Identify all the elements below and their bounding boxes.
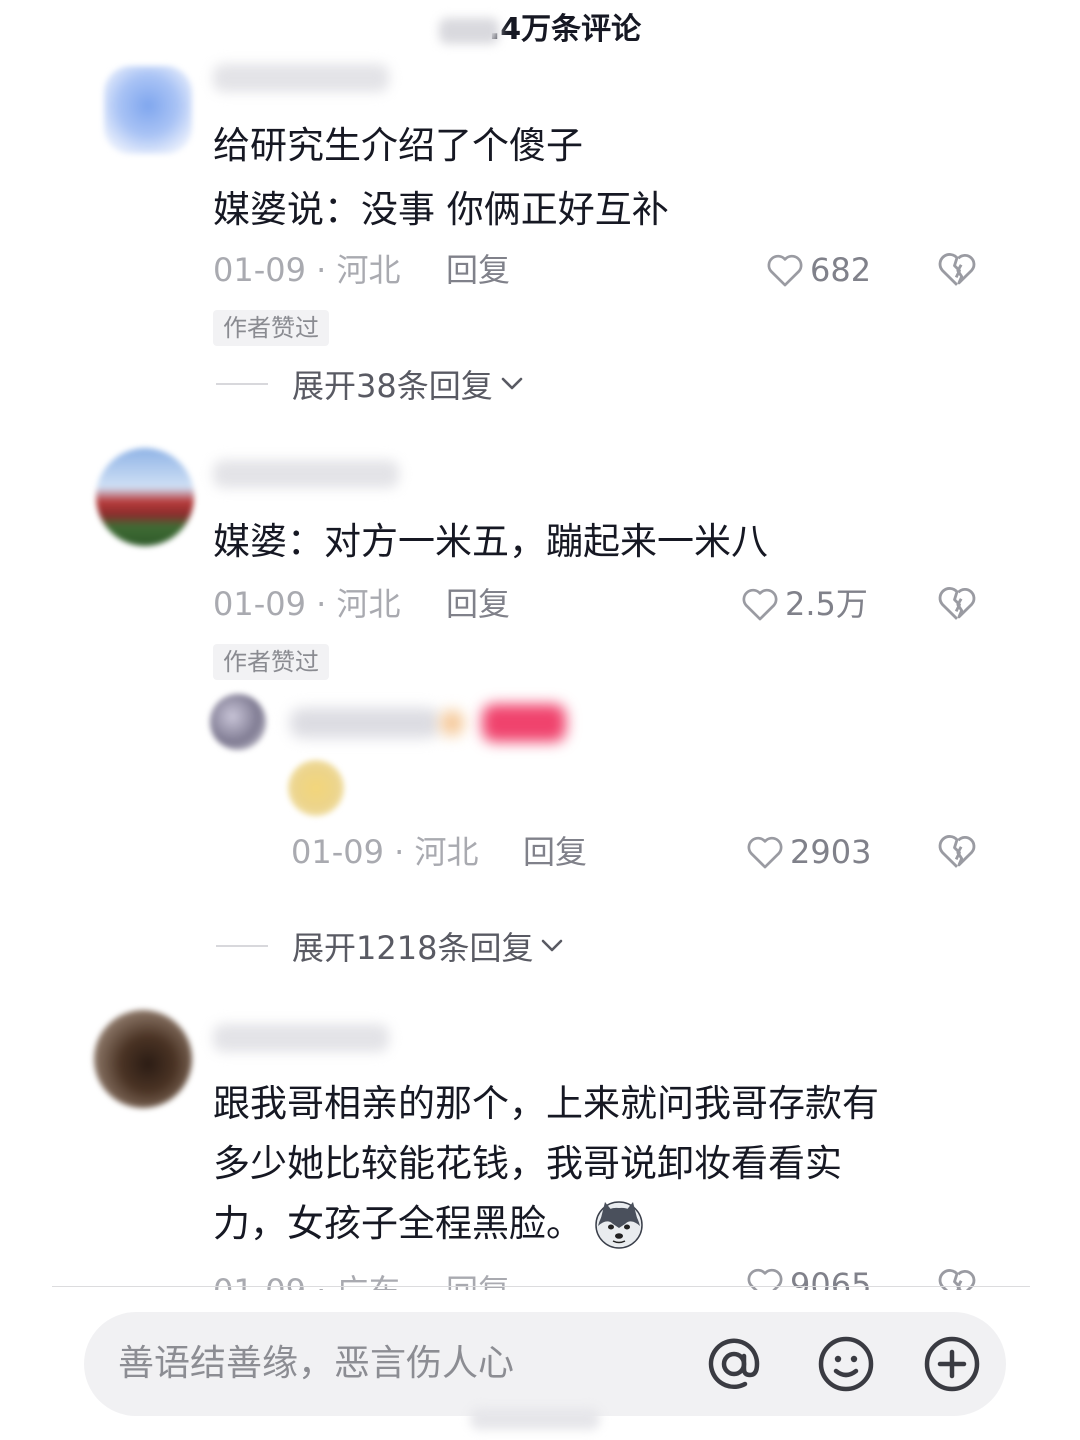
comment-line: 力，女孩子全程黑脸。: [213, 1202, 583, 1245]
broken-heart-icon: [938, 587, 976, 620]
comments-count-text: .4万条评论: [488, 12, 642, 47]
avatar[interactable]: [104, 66, 192, 154]
expand-label: 展开1218条回复: [292, 929, 534, 967]
author-liked-badge: 作者赞过: [213, 644, 329, 680]
comment-line: 多少她比较能花钱，我哥说卸妆看看实: [213, 1142, 842, 1185]
comment-line: 媒婆：对方一米五，蹦起来一米八: [213, 520, 768, 563]
comment-text: 媒婆：对方一米五，蹦起来一米八: [213, 512, 768, 572]
username-blurred[interactable]: [213, 460, 399, 488]
reply-button[interactable]: 回复: [446, 248, 510, 292]
comment-input-bar[interactable]: 善语结善缘，恶言伤人心: [84, 1312, 1006, 1416]
expand-replies-button[interactable]: 展开1218条回复: [216, 924, 563, 968]
like-button[interactable]: 2.5万: [741, 582, 868, 626]
broken-heart-icon: [938, 253, 976, 286]
dislike-button[interactable]: [937, 250, 977, 290]
chevron-down-icon: [501, 377, 523, 390]
broken-heart-icon: [938, 835, 976, 868]
avatar[interactable]: [94, 1010, 192, 1108]
comment-line: 给研究生介绍了个傻子: [213, 124, 583, 167]
heart-icon: [747, 836, 783, 869]
comment-date-location: 01-09 · 河北: [213, 251, 401, 289]
sub-reply-reply-button[interactable]: 回复: [523, 830, 587, 874]
comment-input-placeholder[interactable]: 善语结善缘，恶言伤人心: [118, 1342, 514, 1386]
reply-button[interactable]: 回复: [446, 582, 510, 626]
expand-line: [216, 945, 268, 947]
username-blurred[interactable]: [213, 64, 389, 92]
chevron-down-icon: [542, 939, 563, 952]
sub-reply-emoji-blurred: [288, 760, 344, 816]
husky-emoji-icon: [595, 1201, 643, 1249]
like-button[interactable]: 682: [766, 248, 871, 292]
sub-reply-tag-blurred: [440, 710, 464, 736]
comment-line: 跟我哥相亲的那个，上来就问我哥存款有: [213, 1082, 879, 1125]
like-count: 2903: [790, 833, 872, 871]
author-liked-badge: 作者赞过: [213, 310, 329, 346]
comment-line-with-emoji: 力，女孩子全程黑脸。: [213, 1194, 879, 1254]
avatar[interactable]: [96, 448, 194, 546]
bottom-blur: [470, 1408, 600, 1430]
comment-line: 媒婆说：没事 你俩正好互补: [213, 188, 669, 231]
heart-icon: [767, 254, 803, 287]
sub-reply-like-button[interactable]: 2903: [746, 830, 871, 874]
heart-icon: [742, 588, 778, 621]
like-count: 682: [810, 251, 872, 289]
expand-line: [216, 383, 268, 385]
at-icon[interactable]: [704, 1334, 764, 1394]
date-location-text: 01-09 · 广东: [213, 1272, 401, 1290]
reply-label: 回复: [446, 1272, 510, 1290]
comment-text: 给研究生介绍了个傻子 媒婆说：没事 你俩正好互补: [213, 116, 669, 240]
sub-reply-avatar[interactable]: [210, 694, 266, 750]
like-count: 2.5万: [785, 585, 868, 623]
plus-icon[interactable]: [922, 1334, 982, 1394]
comments-count-title: .4万条评论: [0, 8, 1080, 52]
input-divider: [52, 1286, 1030, 1287]
sub-reply-pink-tag: [482, 704, 566, 742]
expand-replies-button[interactable]: 展开38条回复: [216, 362, 523, 406]
comment-text: 跟我哥相亲的那个，上来就问我哥存款有 多少她比较能花钱，我哥说卸妆看看实 力，女…: [213, 1074, 879, 1254]
username-blurred[interactable]: [213, 1024, 389, 1052]
sub-reply-dislike-button[interactable]: [937, 832, 977, 872]
dislike-button[interactable]: [937, 584, 977, 624]
sub-reply-username-blurred[interactable]: [290, 708, 440, 738]
expand-label: 展开38条回复: [292, 367, 493, 405]
comment-date-location: 01-09 · 河北: [213, 585, 401, 623]
blurred-count-prefix: [438, 17, 499, 44]
smiley-icon[interactable]: [816, 1334, 876, 1394]
sub-reply-date-location: 01-09 · 河北: [291, 833, 479, 871]
